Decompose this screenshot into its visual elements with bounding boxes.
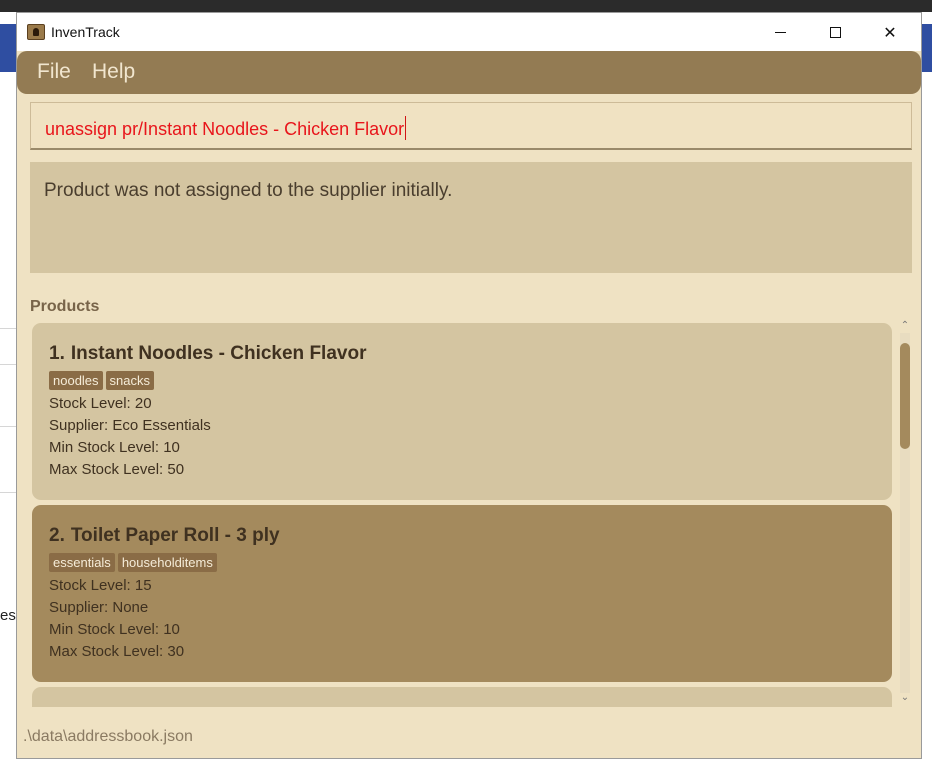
command-value: unassign pr/Instant Noodles - Chicken Fl… — [45, 119, 405, 139]
max-stock-level: Max Stock Level: 50 — [49, 461, 185, 478]
menu-bar: File Help — [17, 51, 921, 94]
status-bar: .\data\addressbook.json — [17, 723, 921, 758]
max-stock-level: Max Stock Level: 30 — [49, 643, 185, 660]
stock-level: Stock Level: 15 — [49, 577, 152, 594]
close-icon: ✕ — [883, 22, 897, 42]
result-message: Product was not assigned to the supplier… — [44, 180, 453, 201]
scroll-down-icon[interactable]: ⌄ — [898, 693, 912, 703]
desktop-divider — [0, 364, 16, 365]
desktop-divider — [0, 426, 16, 427]
menu-help[interactable]: Help — [92, 60, 135, 84]
product-index: 2. — [49, 525, 65, 546]
desktop-left-accent — [0, 24, 16, 72]
product-name: Toilet Paper Roll - 3 ply — [70, 525, 280, 546]
product-name: Instant Noodles - Chicken Flavor — [70, 343, 367, 364]
scroll-up-icon[interactable]: ⌃ — [898, 321, 912, 331]
product-index: 1. — [49, 343, 65, 364]
product-tags: noodles snacks — [49, 371, 892, 393]
supplier: Supplier: Eco Essentials — [49, 417, 211, 434]
tag-badge: noodles — [49, 371, 103, 390]
desktop-divider — [0, 328, 16, 329]
product-title: 1. Instant Noodles - Chicken Flavor — [49, 343, 892, 365]
inventrack-window: InvenTrack ✕ File Help unassign pr/Insta… — [16, 12, 922, 759]
min-stock-level: Min Stock Level: 10 — [49, 621, 180, 638]
save-location: .\data\addressbook.json — [23, 728, 193, 745]
desktop-divider — [0, 492, 16, 493]
product-title: 2. Toilet Paper Roll - 3 ply — [49, 525, 892, 547]
desktop-right-background — [922, 12, 932, 759]
command-input-text: unassign pr/Instant Noodles - Chicken Fl… — [45, 116, 407, 140]
desktop-left-background: es/ — [0, 12, 20, 759]
product-card-partial[interactable] — [32, 687, 892, 707]
product-tags: essentials householditems — [49, 553, 892, 575]
product-card[interactable]: 2. Toilet Paper Roll - 3 ply essentials ho… — [32, 505, 892, 682]
desktop-top-strip — [0, 0, 932, 12]
tag-badge: essentials — [49, 553, 115, 572]
window-title: InvenTrack — [51, 24, 120, 40]
minimize-icon — [774, 31, 786, 33]
supplier: Supplier: None — [49, 599, 149, 616]
app-icon — [27, 24, 45, 40]
stock-level: Stock Level: 20 — [49, 395, 152, 412]
maximize-button[interactable] — [812, 13, 858, 51]
maximize-icon — [829, 26, 841, 38]
products-heading: Products — [30, 298, 100, 315]
title-bar[interactable]: InvenTrack ✕ — [17, 13, 921, 51]
desktop-right-accent — [922, 24, 932, 72]
tag-badge: householditems — [117, 553, 217, 572]
minimize-button[interactable] — [757, 13, 803, 51]
text-caret — [405, 116, 407, 140]
min-stock-level: Min Stock Level: 10 — [49, 439, 180, 456]
product-card[interactable]: 1. Instant Noodles - Chicken Flavor noodl… — [32, 323, 892, 500]
close-button[interactable]: ✕ — [867, 13, 913, 51]
scroll-thumb[interactable] — [900, 343, 910, 449]
product-list-scrollbar[interactable]: ⌃ ⌄ — [898, 319, 912, 707]
menu-file[interactable]: File — [37, 60, 71, 84]
product-list[interactable]: 1. Instant Noodles - Chicken Flavor noodl… — [30, 319, 912, 707]
tag-badge: snacks — [105, 371, 155, 390]
command-input[interactable]: unassign pr/Instant Noodles - Chicken Fl… — [30, 102, 912, 150]
result-display: Product was not assigned to the supplier… — [30, 162, 912, 273]
